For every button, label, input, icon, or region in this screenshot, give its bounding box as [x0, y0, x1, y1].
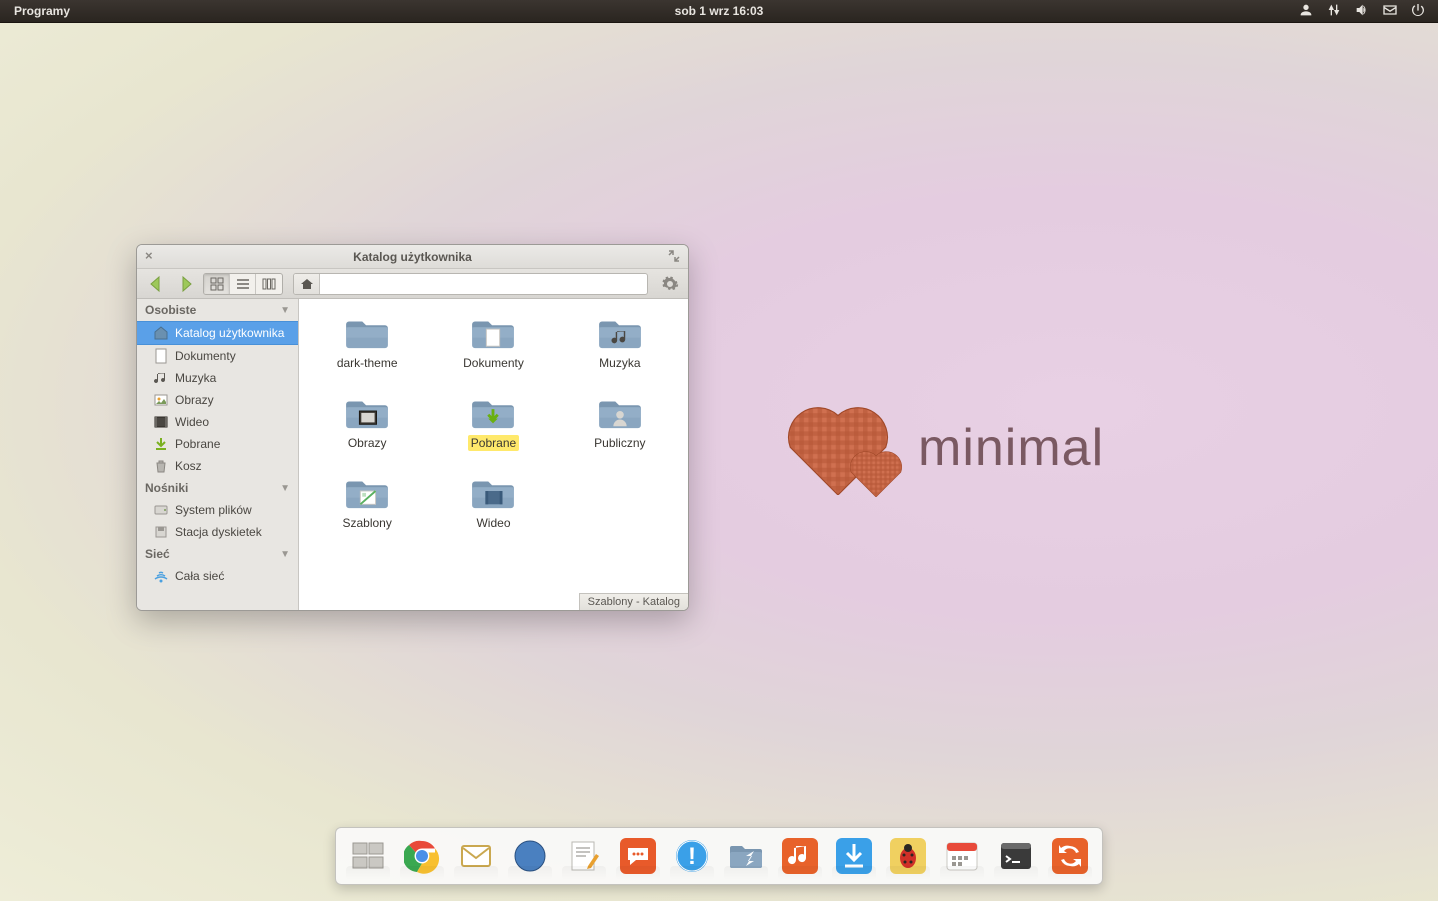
sidebar-item-network[interactable]: Cała sieć	[137, 565, 298, 587]
dock-update[interactable]	[1048, 834, 1092, 878]
file-label: Wideo	[473, 515, 513, 531]
sidebar-item-disk[interactable]: System plików	[137, 499, 298, 521]
settings-button[interactable]	[658, 273, 682, 295]
maximize-icon[interactable]	[668, 250, 680, 265]
path-home-button[interactable]	[294, 274, 320, 294]
forward-button[interactable]	[173, 273, 199, 295]
dock-terminal[interactable]	[994, 834, 1038, 878]
sidebar-section-header[interactable]: Nośniki▼	[137, 477, 298, 499]
top-panel: Programy sob 1 wrz 16:03	[0, 0, 1438, 23]
file-label: dark-theme	[334, 355, 401, 371]
dock-music-player[interactable]	[778, 834, 822, 878]
network-icon[interactable]	[1326, 2, 1342, 21]
folder-icon	[596, 311, 644, 351]
titlebar[interactable]: × Katalog użytkownika	[137, 245, 688, 269]
back-button[interactable]	[143, 273, 169, 295]
close-icon[interactable]: ×	[145, 249, 159, 263]
icon-view-button[interactable]	[204, 274, 230, 294]
dock-chrome[interactable]	[400, 834, 444, 878]
sidebar-item-floppy[interactable]: Stacja dyskietek	[137, 521, 298, 543]
mail-icon[interactable]	[1382, 2, 1398, 21]
sidebar-section-header[interactable]: Sieć▼	[137, 543, 298, 565]
floppy-icon	[153, 524, 169, 540]
statusbar: Szablony - Katalog	[579, 593, 688, 610]
file-manager-window: × Katalog użytkownika Osobiste▼Katalog u…	[136, 244, 689, 611]
dock: !	[335, 827, 1103, 885]
file-label: Szablony	[339, 515, 394, 531]
clock[interactable]: sob 1 wrz 16:03	[675, 4, 764, 18]
heart-small-icon	[846, 445, 906, 502]
video-icon	[153, 414, 169, 430]
content-area: dark-theme Dokumenty Muzyka Obrazy Pobrane Pu…	[299, 299, 688, 610]
list-view-button[interactable]	[230, 274, 256, 294]
dock-bug[interactable]	[886, 834, 930, 878]
file-item[interactable]: Obrazy	[307, 391, 427, 451]
toolbar	[137, 269, 688, 299]
trash-icon	[153, 458, 169, 474]
sidebar-item-home[interactable]: Katalog użytkownika	[137, 321, 298, 345]
dock-help[interactable]: !	[670, 834, 714, 878]
file-item[interactable]: Dokumenty	[433, 311, 553, 371]
dock-browser[interactable]	[508, 834, 552, 878]
folder-icon	[469, 311, 517, 351]
file-item[interactable]: Szablony	[307, 471, 427, 531]
file-item[interactable]: Pobrane	[433, 391, 553, 451]
file-label: Publiczny	[591, 435, 648, 451]
power-icon[interactable]	[1410, 2, 1426, 21]
file-item[interactable]: Publiczny	[560, 391, 680, 451]
folder-icon	[596, 391, 644, 431]
window-title: Katalog użytkownika	[353, 250, 472, 264]
folder-icon	[469, 391, 517, 431]
dock-downloader[interactable]	[832, 834, 876, 878]
sidebar: Osobiste▼Katalog użytkownikaDokumentyMuz…	[137, 299, 299, 610]
network-icon	[153, 568, 169, 584]
dock-calendar[interactable]	[940, 834, 984, 878]
sidebar-section-header[interactable]: Osobiste▼	[137, 299, 298, 321]
sidebar-item-download[interactable]: Pobrane	[137, 433, 298, 455]
sidebar-item-music[interactable]: Muzyka	[137, 367, 298, 389]
file-label: Dokumenty	[460, 355, 527, 371]
view-switcher	[203, 273, 283, 295]
volume-icon[interactable]	[1354, 2, 1370, 21]
user-icon[interactable]	[1298, 2, 1314, 21]
dock-mail[interactable]	[454, 834, 498, 878]
music-icon	[153, 370, 169, 386]
download-icon	[153, 436, 169, 452]
sidebar-item-video[interactable]: Wideo	[137, 411, 298, 433]
disk-icon	[153, 502, 169, 518]
doc-icon	[153, 348, 169, 364]
folder-icon	[469, 471, 517, 511]
file-item[interactable]: dark-theme	[307, 311, 427, 371]
svg-text:!: !	[688, 843, 696, 870]
folder-icon	[343, 311, 391, 351]
sidebar-item-doc[interactable]: Dokumenty	[137, 345, 298, 367]
sidebar-item-trash[interactable]: Kosz	[137, 455, 298, 477]
heart-icon	[780, 395, 896, 500]
file-label: Pobrane	[468, 435, 519, 451]
apps-menu[interactable]: Programy	[0, 4, 84, 18]
file-label: Muzyka	[596, 355, 643, 371]
image-icon	[153, 392, 169, 408]
folder-icon	[343, 471, 391, 511]
sidebar-item-image[interactable]: Obrazy	[137, 389, 298, 411]
dock-workspace-switcher[interactable]	[346, 834, 390, 878]
tray	[1298, 2, 1438, 21]
file-item[interactable]: Muzyka	[560, 311, 680, 371]
wallpaper-brand: minimal	[780, 395, 1104, 500]
dock-file-manager[interactable]	[724, 834, 768, 878]
dock-text-editor[interactable]	[562, 834, 606, 878]
dock-chat[interactable]	[616, 834, 660, 878]
folder-icon	[343, 391, 391, 431]
home-icon	[153, 325, 169, 341]
column-view-button[interactable]	[256, 274, 282, 294]
file-label: Obrazy	[345, 435, 390, 451]
file-item[interactable]: Wideo	[433, 471, 553, 531]
wallpaper-text: minimal	[918, 418, 1104, 478]
pathbar[interactable]	[293, 273, 648, 295]
